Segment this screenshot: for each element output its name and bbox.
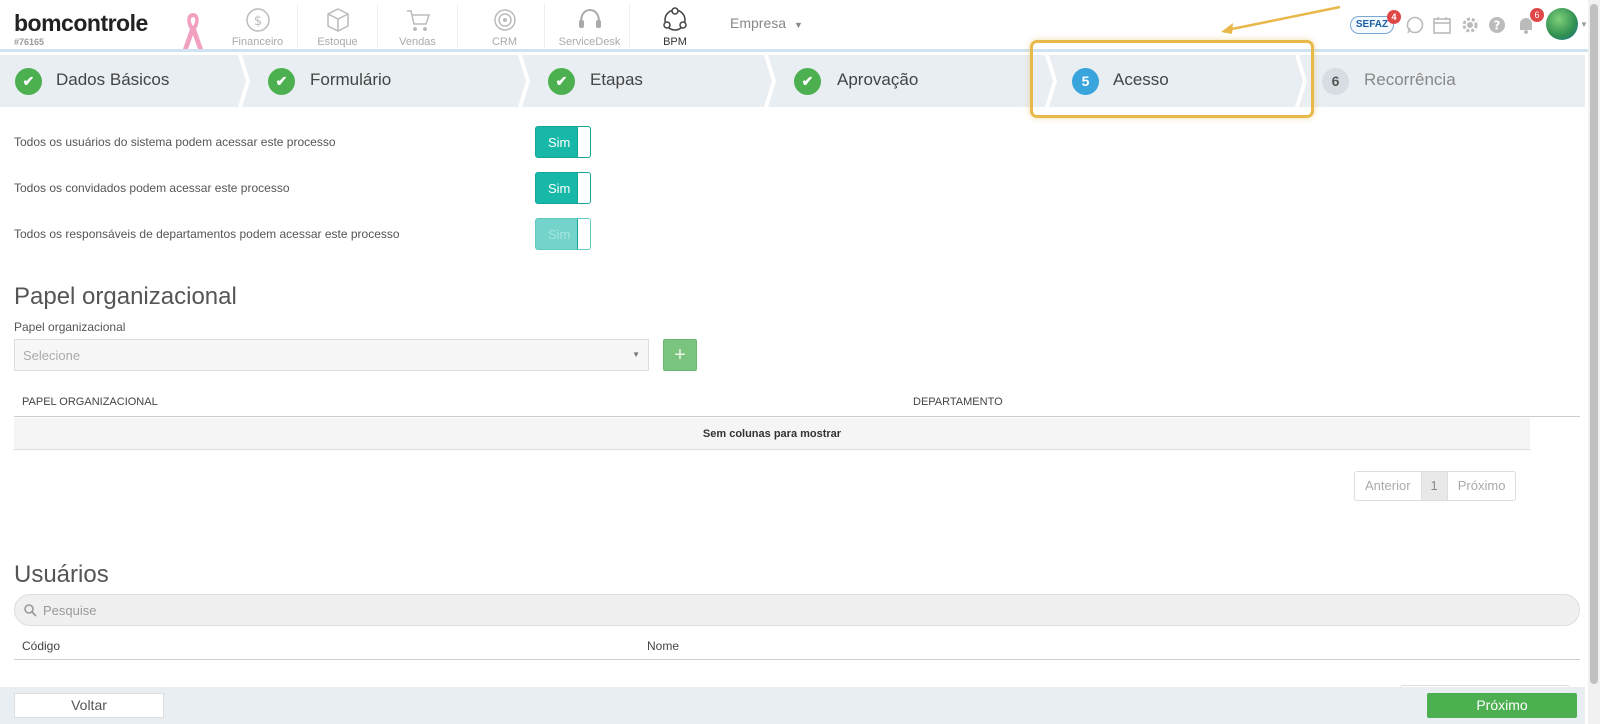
usuarios-search-input[interactable]: Pesquise (14, 594, 1580, 626)
module-estoque[interactable]: Estoque (298, 4, 378, 48)
permission-dept-heads-toggle[interactable]: Sim (535, 218, 591, 250)
check-icon: ✔ (268, 68, 295, 95)
brand-logo[interactable]: bomcontrole (14, 10, 148, 37)
module-financeiro[interactable]: $ Financeiro (218, 4, 298, 48)
papel-table-header: PAPEL ORGANIZACIONAL DEPARTAMENTO (14, 387, 1580, 417)
permission-guests-label: Todos os convidados podem acessar este p… (14, 181, 290, 195)
step-label: Formulário (310, 70, 392, 89)
check-icon: ✔ (548, 68, 575, 95)
wizard-footer: Voltar Próximo (0, 687, 1585, 724)
column-header-departamento[interactable]: DEPARTAMENTO (913, 396, 1003, 408)
pagination-prev[interactable]: Anterior (1355, 472, 1422, 500)
column-header-codigo[interactable]: Código (22, 639, 60, 653)
permission-all-users-toggle[interactable]: Sim (535, 126, 591, 158)
wizard-stepper: ✔ Dados Básicos ✔ Formulário ✔ Etapas ✔ … (0, 55, 1585, 107)
notifications-button[interactable]: 6 (1516, 8, 1544, 35)
account-id: #76165 (14, 37, 45, 47)
calendar-icon[interactable] (1432, 15, 1452, 35)
column-header-papel[interactable]: PAPEL ORGANIZACIONAL (22, 396, 158, 408)
box-icon (326, 8, 349, 32)
user-avatar[interactable] (1546, 8, 1578, 40)
papel-table-empty: Sem colunas para mostrar (14, 418, 1530, 450)
module-label: Financeiro (231, 36, 284, 48)
gear-icon[interactable] (1460, 15, 1480, 35)
pagination-next[interactable]: Próximo (1448, 472, 1516, 500)
search-icon (24, 604, 37, 617)
cart-icon (406, 10, 430, 31)
papel-pagination: Anterior 1 Próximo (1354, 471, 1517, 501)
module-label: ServiceDesk (558, 36, 621, 48)
page-scrollbar[interactable] (1588, 0, 1600, 724)
module-label: Estoque (317, 36, 358, 48)
annotation-highlight-box (1030, 40, 1314, 118)
toggle-value: Sim (548, 135, 571, 150)
chevron-down-icon: ▼ (794, 20, 803, 30)
usuarios-section-title: Usuários (14, 561, 109, 588)
check-icon: ✔ (15, 68, 42, 95)
pink-ribbon-icon (183, 13, 203, 49)
svg-text:?: ? (1494, 19, 1501, 33)
toggle-value: Sim (548, 181, 571, 196)
check-icon: ✔ (794, 68, 821, 95)
company-select[interactable]: Empresa ▼ (730, 15, 803, 31)
svg-text:$: $ (253, 14, 261, 29)
dollar-circle-icon: $ (245, 8, 270, 32)
step-label: Recorrência (1364, 70, 1456, 89)
module-vendas[interactable]: Vendas (378, 4, 458, 48)
column-header-nome[interactable]: Nome (647, 639, 679, 653)
sefaz-label: SEFAZ (1355, 19, 1389, 30)
headset-icon (578, 8, 601, 28)
caret-down-icon: ▼ (632, 350, 640, 359)
step-label: Aprovação (837, 70, 919, 89)
annotation-arrow-icon (1221, 5, 1341, 34)
chevron-down-icon[interactable]: ▼ (1580, 20, 1588, 29)
pagination-current[interactable]: 1 (1421, 472, 1448, 500)
module-crm[interactable]: CRM (465, 4, 545, 48)
toggle-value: Sim (548, 227, 571, 242)
select-placeholder: Selecione (23, 348, 81, 363)
module-label: CRM (491, 36, 518, 48)
papel-select[interactable]: Selecione ▼ (14, 339, 649, 371)
usuarios-table-header: Código Nome (14, 630, 1580, 660)
module-bpm[interactable]: BPM (635, 4, 715, 48)
module-label: BPM (663, 36, 687, 48)
step-separator (518, 55, 530, 107)
top-navigation: bomcontrole #76165 $ Financeiro Estoque … (0, 0, 1600, 52)
network-icon (663, 7, 687, 31)
toggle-knob (577, 219, 590, 249)
step-separator (238, 55, 250, 107)
back-button[interactable]: Voltar (14, 693, 164, 718)
step-label: Etapas (590, 70, 643, 89)
help-icon[interactable]: ? (1487, 15, 1507, 35)
module-servicedesk[interactable]: ServiceDesk (550, 4, 630, 48)
papel-field-label: Papel organizacional (14, 320, 126, 334)
step-number: 6 (1322, 68, 1349, 95)
search-placeholder: Pesquise (43, 603, 97, 618)
scrollbar-thumb[interactable] (1590, 4, 1598, 684)
permission-dept-heads-label: Todos os responsáveis de departamentos p… (14, 227, 400, 241)
step-separator (764, 55, 776, 107)
whatsapp-icon[interactable] (1405, 15, 1425, 35)
next-button[interactable]: Próximo (1427, 693, 1577, 718)
notifications-count-badge: 6 (1530, 8, 1544, 22)
step-label: Dados Básicos (56, 70, 170, 89)
toggle-knob (577, 173, 590, 203)
company-select-label: Empresa (730, 15, 787, 31)
sefaz-count-badge: 4 (1387, 10, 1401, 24)
sefaz-button[interactable]: SEFAZ 4 (1350, 10, 1401, 34)
permission-all-users-label: Todos os usuários do sistema podem acess… (14, 135, 336, 149)
add-papel-button[interactable]: + (663, 339, 697, 371)
toggle-knob (577, 127, 590, 157)
papel-section-title: Papel organizacional (14, 283, 237, 310)
permission-guests-toggle[interactable]: Sim (535, 172, 591, 204)
module-label: Vendas (399, 36, 436, 48)
target-icon (493, 9, 516, 31)
